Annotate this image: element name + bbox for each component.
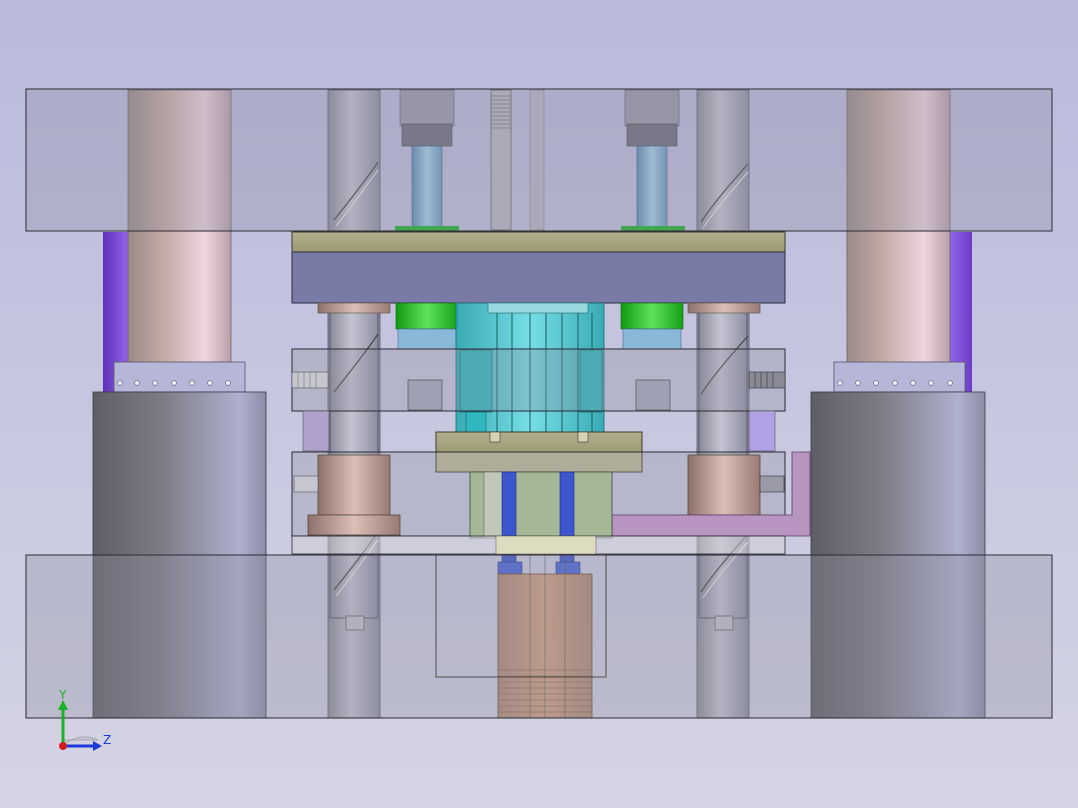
set-screw-right-upper — [748, 371, 786, 389]
bush-cap-right — [687, 302, 761, 314]
punch-holder-plate — [291, 231, 786, 253]
cad-viewport[interactable]: Y Z — [0, 0, 1078, 808]
backing-plate — [291, 251, 786, 304]
set-screw-left-upper — [291, 371, 329, 389]
top-clamp-plate — [25, 88, 1053, 232]
bush-cap-left — [317, 302, 391, 314]
axis-z-label: Z — [103, 733, 111, 747]
green-ring-right — [620, 302, 684, 330]
stripper-plate-upper — [291, 348, 786, 412]
axis-y-label: Y — [58, 688, 67, 702]
bottom-clamp-plate — [25, 554, 1053, 719]
mold-assembly-drawing: Y Z — [0, 0, 1078, 808]
bushing-left — [307, 454, 401, 536]
green-ring-left — [395, 302, 459, 330]
